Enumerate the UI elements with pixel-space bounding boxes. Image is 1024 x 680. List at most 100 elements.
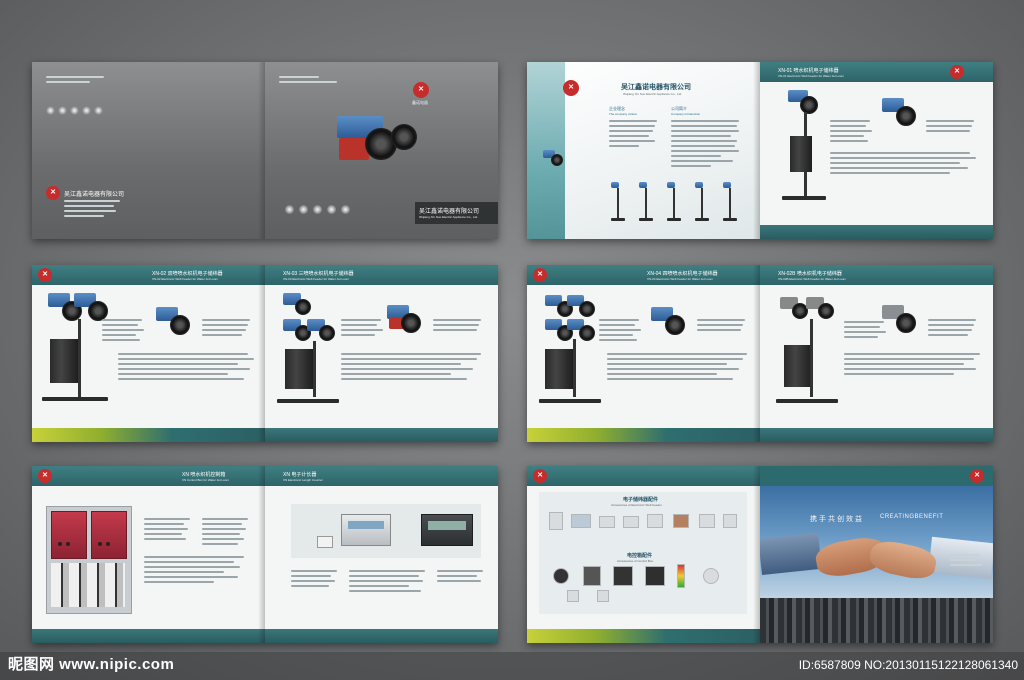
intro-heading-english: Company introduction	[671, 112, 701, 116]
weft-feeder-image	[567, 319, 595, 341]
product-icon	[94, 106, 103, 115]
feeder-thumb-image	[543, 150, 563, 166]
header-band	[527, 466, 760, 486]
accessory-item	[677, 564, 685, 588]
accessory-item	[599, 516, 615, 528]
product-lineup	[611, 180, 741, 224]
spec-text	[144, 518, 194, 543]
header-band	[32, 265, 265, 285]
stand-base	[277, 399, 339, 403]
footer-band	[527, 428, 760, 442]
product-subtitle: XN-03 Electronic Weft Feeder for Water J…	[283, 277, 350, 281]
product-title: XN-02B 喷水织机电子储纬器	[778, 271, 842, 277]
company-logo-icon: ✕	[950, 65, 964, 79]
culture-text	[609, 120, 659, 150]
product-title: XN-04 四喷喷水织机电子储纬器	[647, 271, 718, 277]
accessory-item	[553, 568, 569, 584]
stand-post	[573, 339, 576, 397]
footer-band	[265, 428, 498, 442]
feature-text	[437, 570, 487, 585]
weft-feeder-image	[337, 114, 417, 170]
connector-cable	[317, 536, 333, 548]
feature-text	[697, 319, 747, 334]
product-title: XN-02 双喷喷水织机电子储纬器	[152, 271, 223, 277]
control-cabinet	[790, 136, 812, 172]
footer-band	[32, 629, 265, 643]
accessories-heading-english: Accessories of Electronic Weft Feeder	[611, 503, 662, 507]
product-icon	[327, 205, 336, 214]
company-logo-icon: ✕	[38, 469, 52, 483]
company-logo-icon: ✕	[533, 469, 547, 483]
product-icon	[82, 106, 91, 115]
header-band	[527, 265, 760, 285]
product-title: XN-03 三喷喷水织机电子储纬器	[283, 271, 354, 277]
accessory-item	[549, 512, 563, 530]
product-icon	[285, 205, 294, 214]
param-text	[607, 353, 753, 383]
company-logo-icon: ✕	[970, 469, 984, 483]
accessories-page: ✕ 电子储纬器配件 Accessories of Electronic Weft…	[527, 466, 760, 643]
feature-text	[926, 120, 976, 135]
control-box-photo	[46, 506, 132, 614]
cover-spread: ✕ 吴江鑫诺电器有限公司 ✕ 鑫诺电器 吴江鑫诺电器有限公司 Wujiang X…	[32, 62, 498, 239]
accessory-item	[645, 566, 665, 586]
weft-feeder-image	[283, 293, 313, 315]
accessory-item	[567, 590, 579, 602]
weft-feeder-detail-image	[387, 305, 423, 333]
back-contact-text	[64, 200, 124, 220]
feature-text	[202, 518, 252, 548]
xn04-xn02b-spread: ✕ XN-04 四喷喷水织机电子储纬器 XN-04 Electronic Wef…	[527, 265, 993, 442]
city-skyline	[760, 598, 993, 643]
xn03-page: XN-03 三喷喷水织机电子储纬器 XN-03 Electronic Weft …	[265, 265, 498, 442]
weft-feeder-image	[806, 297, 836, 319]
company-logo-icon: ✕	[413, 82, 429, 98]
cover-back-page: ✕ 吴江鑫诺电器有限公司	[32, 62, 265, 239]
logo-caption: 鑫诺电器	[412, 100, 428, 105]
xn04-page: ✕ XN-04 四喷喷水织机电子储纬器 XN-04 Electronic Wef…	[527, 265, 760, 442]
product-icon	[313, 205, 322, 214]
feature-text	[202, 319, 252, 339]
feature-text	[433, 319, 483, 334]
product-title: XN 电子计长器	[283, 472, 317, 478]
control-cabinet	[784, 345, 812, 387]
accessory-item	[647, 514, 663, 528]
product-subtitle: XN Control Box for Water Jet Loom	[182, 478, 229, 482]
product-icon	[299, 205, 308, 214]
accessory-item	[597, 590, 609, 602]
weft-feeder-image	[788, 90, 822, 114]
accessory-item	[723, 514, 737, 528]
stand-base	[782, 196, 826, 200]
accessories-heading-2: 电控箱配件	[627, 553, 653, 559]
control-cabinet	[50, 339, 78, 383]
product-subtitle: XN Electronic Length Counter	[283, 478, 323, 482]
product-icon	[46, 106, 55, 115]
accessory-item	[703, 568, 719, 584]
param-text	[144, 556, 254, 586]
param-text	[830, 152, 980, 177]
stand-post	[313, 341, 316, 397]
spec-text	[341, 319, 385, 339]
handshake-photo	[760, 486, 993, 598]
cover-title-bar: 吴江鑫诺电器有限公司 Wujiang Xin Nuo Electric Appl…	[415, 202, 498, 224]
company-logo-icon: ✕	[563, 80, 579, 96]
culture-heading-english: The company culture	[609, 112, 638, 116]
cover-front-text	[279, 76, 339, 86]
stand-post	[78, 319, 81, 397]
back-text	[950, 554, 986, 569]
company-logo-icon: ✕	[533, 268, 547, 282]
stand-post	[810, 319, 813, 397]
counter-page: XN 电子计长器 XN Electronic Length Counter	[265, 466, 498, 643]
slogan-chinese: 携手共创效益	[810, 516, 864, 523]
stand-base	[539, 399, 601, 403]
accessory-item	[583, 566, 601, 586]
intro-text	[671, 120, 741, 170]
footer-band	[760, 225, 993, 239]
header-band	[32, 466, 265, 486]
cover-company-name: 吴江鑫诺电器有限公司	[419, 209, 480, 215]
intro-page: ✕ 吴江鑫诺电器有限公司 Wujiang Xin Nuo Electric Ap…	[527, 62, 760, 239]
spec-text	[844, 321, 888, 341]
product-subtitle: XN-02 Electronic Weft Feeder for Water J…	[152, 277, 219, 281]
back-company-name: 吴江鑫诺电器有限公司	[64, 192, 125, 198]
param-text	[341, 353, 491, 383]
feature-text	[928, 319, 978, 339]
